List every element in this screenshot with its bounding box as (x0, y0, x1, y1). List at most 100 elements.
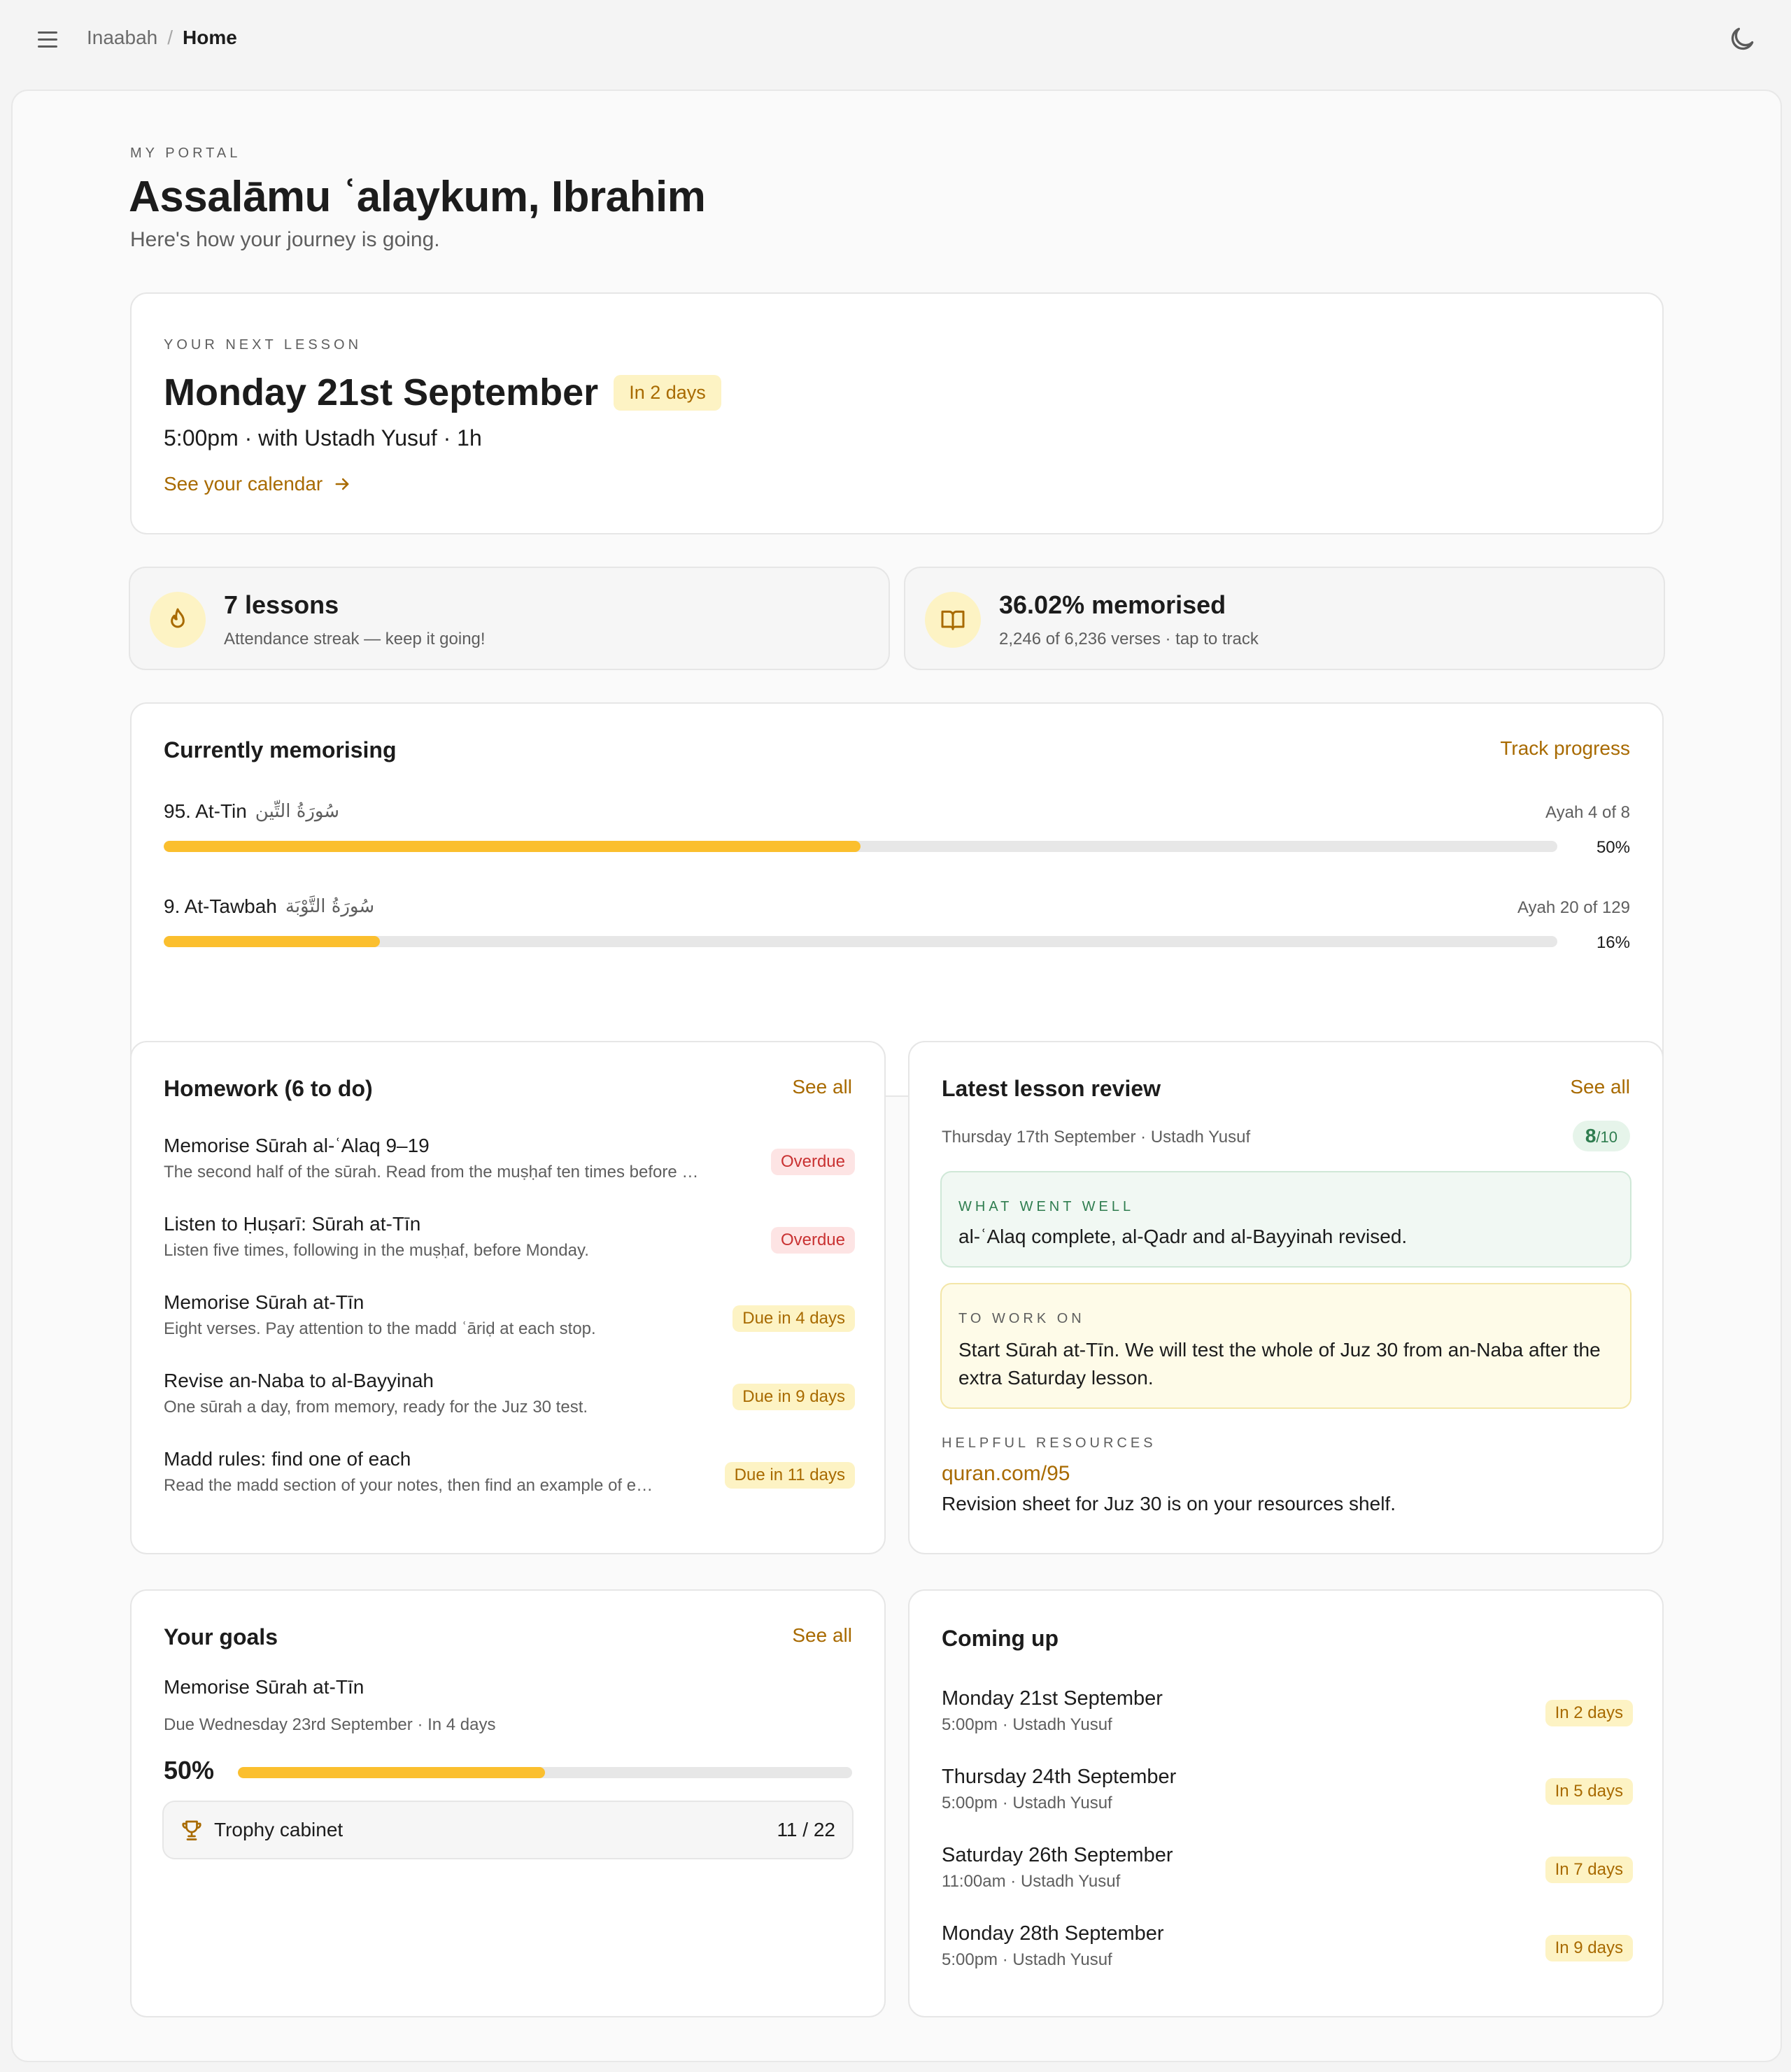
goal-progress-bar (238, 1767, 852, 1778)
coming-up-card: Coming up Monday 21st September 5:00pm · … (908, 1589, 1664, 2017)
upcoming-lesson-item[interactable]: Thursday 24th September 5:00pm · Ustadh Y… (942, 1766, 1633, 1822)
ayah-progress-label: Ayah 4 of 8 (1545, 803, 1630, 822)
homework-item-description: One sūrah a day, from memory, ready for … (164, 1398, 588, 1417)
upcoming-lesson-meta: 5:00pm · Ustadh Yusuf (942, 1794, 1112, 1812)
homework-item-description: Read the madd section of your notes, the… (164, 1476, 653, 1495)
ayah-progress-label: Ayah 20 of 129 (1517, 898, 1630, 917)
goals-see-all-link[interactable]: See all (792, 1624, 852, 1647)
streak-stat-card[interactable]: 7 lessons Attendance streak — keep it go… (129, 567, 890, 670)
lesson-review-card: Latest lesson review See all Thursday 17… (908, 1041, 1664, 1554)
upcoming-lesson-date: Thursday 24th September (942, 1766, 1177, 1788)
top-bar: Inaabah / Home (0, 0, 1791, 78)
surah-percent: 50% (1596, 838, 1630, 857)
surah-name: 95. At-Tin (164, 800, 247, 822)
goal-percent: 50% (164, 1756, 215, 1784)
currently-memorising-card: Currently memorising Track progress 95. … (130, 702, 1664, 1097)
homework-item-description: Eight verses. Pay attention to the madd … (164, 1319, 596, 1338)
next-lesson-details: 5:00pm · with Ustadh Yusuf · 1h (164, 425, 482, 450)
trophy-count: 11 / 22 (777, 1819, 835, 1840)
trophy-label: Trophy cabinet (214, 1819, 344, 1840)
goals-title: Your goals (164, 1624, 278, 1649)
went-well-label: WHAT WENT WELL (958, 1199, 1135, 1214)
upcoming-lesson-date: Monday 21st September (942, 1687, 1163, 1710)
homework-card: Homework (6 to do) See all Memorise Sūra… (130, 1041, 886, 1554)
goal-meta: Due Wednesday 23rd September · In 4 days (164, 1715, 496, 1734)
upcoming-lesson-date: Monday 28th September (942, 1922, 1164, 1945)
surah-arabic-name: سُورَةُ التَّوْبَة (285, 896, 375, 917)
homework-item[interactable]: Revise an-Naba to al-Bayyinah One sūrah a… (164, 1370, 855, 1426)
to-work-on-text: Start Sūrah at-Tīn. We will test the who… (958, 1339, 1601, 1389)
went-well-panel: WHAT WENT WELL al-ʿAlaq complete, al-Qad… (940, 1171, 1631, 1268)
next-lesson-eyebrow: YOUR NEXT LESSON (164, 337, 362, 353)
memorised-caption: 2,246 of 6,236 verses · tap to track (999, 630, 1259, 648)
homework-item-title: Revise an-Naba to al-Bayyinah (164, 1370, 434, 1391)
upcoming-lesson-meta: 11:00am · Ustadh Yusuf (942, 1872, 1121, 1891)
homework-item[interactable]: Memorise Sūrah at-Tīn Eight verses. Pay a… (164, 1291, 855, 1347)
homework-status-badge: Overdue (770, 1227, 855, 1254)
homework-item-description: The second half of the sūrah. Read from … (164, 1163, 699, 1182)
next-lesson-card: YOUR NEXT LESSON Monday 21st September I… (130, 292, 1664, 534)
upcoming-lesson-meta: 5:00pm · Ustadh Yusuf (942, 1715, 1112, 1734)
see-calendar-label: See your calendar (164, 473, 323, 495)
goals-card: Your goals See all Memorise Sūrah at-Tīn… (130, 1589, 886, 2017)
review-see-all-link[interactable]: See all (1570, 1076, 1630, 1098)
review-score-total: /10 (1596, 1128, 1617, 1146)
goal-title: Memorise Sūrah at-Tīn (164, 1676, 364, 1698)
see-calendar-link[interactable]: See your calendar (164, 473, 352, 495)
flame-icon (150, 592, 206, 648)
went-well-text: al-ʿAlaq complete, al-Qadr and al-Bayyin… (958, 1226, 1408, 1247)
resources-label: HELPFUL RESOURCES (942, 1435, 1156, 1451)
homework-item[interactable]: Madd rules: find one of each Read the mad… (164, 1448, 855, 1504)
portal-eyebrow: MY PORTAL (130, 146, 241, 161)
streak-caption: Attendance streak — keep it going! (224, 630, 486, 648)
menu-icon[interactable] (34, 25, 62, 53)
currently-memorising-title: Currently memorising (164, 737, 397, 762)
homework-title: Homework (6 to do) (164, 1076, 373, 1101)
greeting-heading: Assalāmu ʿalaykum, Ibrahim (129, 173, 706, 221)
breadcrumb-current: Home (183, 27, 237, 48)
upcoming-lesson-badge: In 2 days (1545, 1700, 1633, 1726)
upcoming-lesson-date: Saturday 26th September (942, 1844, 1173, 1866)
breadcrumb: Inaabah / Home (87, 27, 237, 49)
homework-status-badge: Due in 9 days (732, 1384, 855, 1410)
homework-item[interactable]: Memorise Sūrah al-ʿAlaq 9–19 The second h… (164, 1135, 855, 1191)
homework-item-title: Madd rules: find one of each (164, 1448, 411, 1470)
to-work-on-panel: TO WORK ON Start Sūrah at-Tīn. We will t… (940, 1283, 1631, 1409)
homework-item-description: Listen five times, following in the muṣḥ… (164, 1241, 589, 1260)
homework-item[interactable]: Listen to Ḥuṣarī: Sūrah at-Tīn Listen fiv… (164, 1213, 855, 1269)
greeting-subtitle: Here's how your journey is going. (130, 228, 440, 251)
review-meta: Thursday 17th September · Ustadh Yusuf (942, 1128, 1251, 1147)
homework-see-all-link[interactable]: See all (792, 1076, 852, 1098)
upcoming-lesson-item[interactable]: Saturday 26th September 11:00am · Ustadh … (942, 1844, 1633, 1900)
homework-item-title: Listen to Ḥuṣarī: Sūrah at-Tīn (164, 1213, 421, 1235)
arrow-right-icon (335, 478, 349, 490)
moon-icon[interactable] (1727, 24, 1757, 55)
upcoming-lesson-badge: In 5 days (1545, 1778, 1633, 1805)
homework-item-title: Memorise Sūrah al-ʿAlaq 9–19 (164, 1135, 430, 1156)
surah-progress-bar (164, 841, 1557, 852)
surah-percent: 16% (1596, 933, 1630, 952)
to-work-on-label: TO WORK ON (958, 1311, 1085, 1326)
upcoming-lesson-meta: 5:00pm · Ustadh Yusuf (942, 1950, 1112, 1969)
surah-name: 9. At-Tawbah (164, 895, 277, 917)
next-lesson-badge: In 2 days (614, 374, 721, 411)
surah-arabic-name: سُورَةُ التِّين (255, 801, 340, 822)
homework-item-title: Memorise Sūrah at-Tīn (164, 1291, 364, 1313)
review-title: Latest lesson review (942, 1076, 1161, 1101)
trophy-cabinet-button[interactable]: Trophy cabinet 11 / 22 (162, 1801, 854, 1859)
upcoming-lesson-item[interactable]: Monday 21st September 5:00pm · Ustadh Yus… (942, 1687, 1633, 1743)
homework-status-badge: Overdue (770, 1149, 855, 1175)
breadcrumb-separator: / (167, 27, 173, 48)
memorised-stat-card[interactable]: 36.02% memorised 2,246 of 6,236 verses ·… (904, 567, 1665, 670)
book-open-icon (925, 592, 981, 648)
review-score-badge: 8/10 (1572, 1121, 1630, 1151)
upcoming-lesson-badge: In 9 days (1545, 1935, 1633, 1961)
upcoming-lesson-item[interactable]: Monday 28th September 5:00pm · Ustadh Yus… (942, 1922, 1633, 1978)
next-lesson-date: Monday 21st September (164, 371, 599, 413)
streak-value: 7 lessons (224, 590, 339, 619)
breadcrumb-root[interactable]: Inaabah (87, 27, 157, 49)
track-progress-link[interactable]: Track progress (1500, 737, 1630, 760)
review-score: 8 (1585, 1125, 1597, 1147)
memorised-value: 36.02% memorised (999, 590, 1226, 619)
resource-link[interactable]: quran.com/95 (942, 1462, 1070, 1486)
